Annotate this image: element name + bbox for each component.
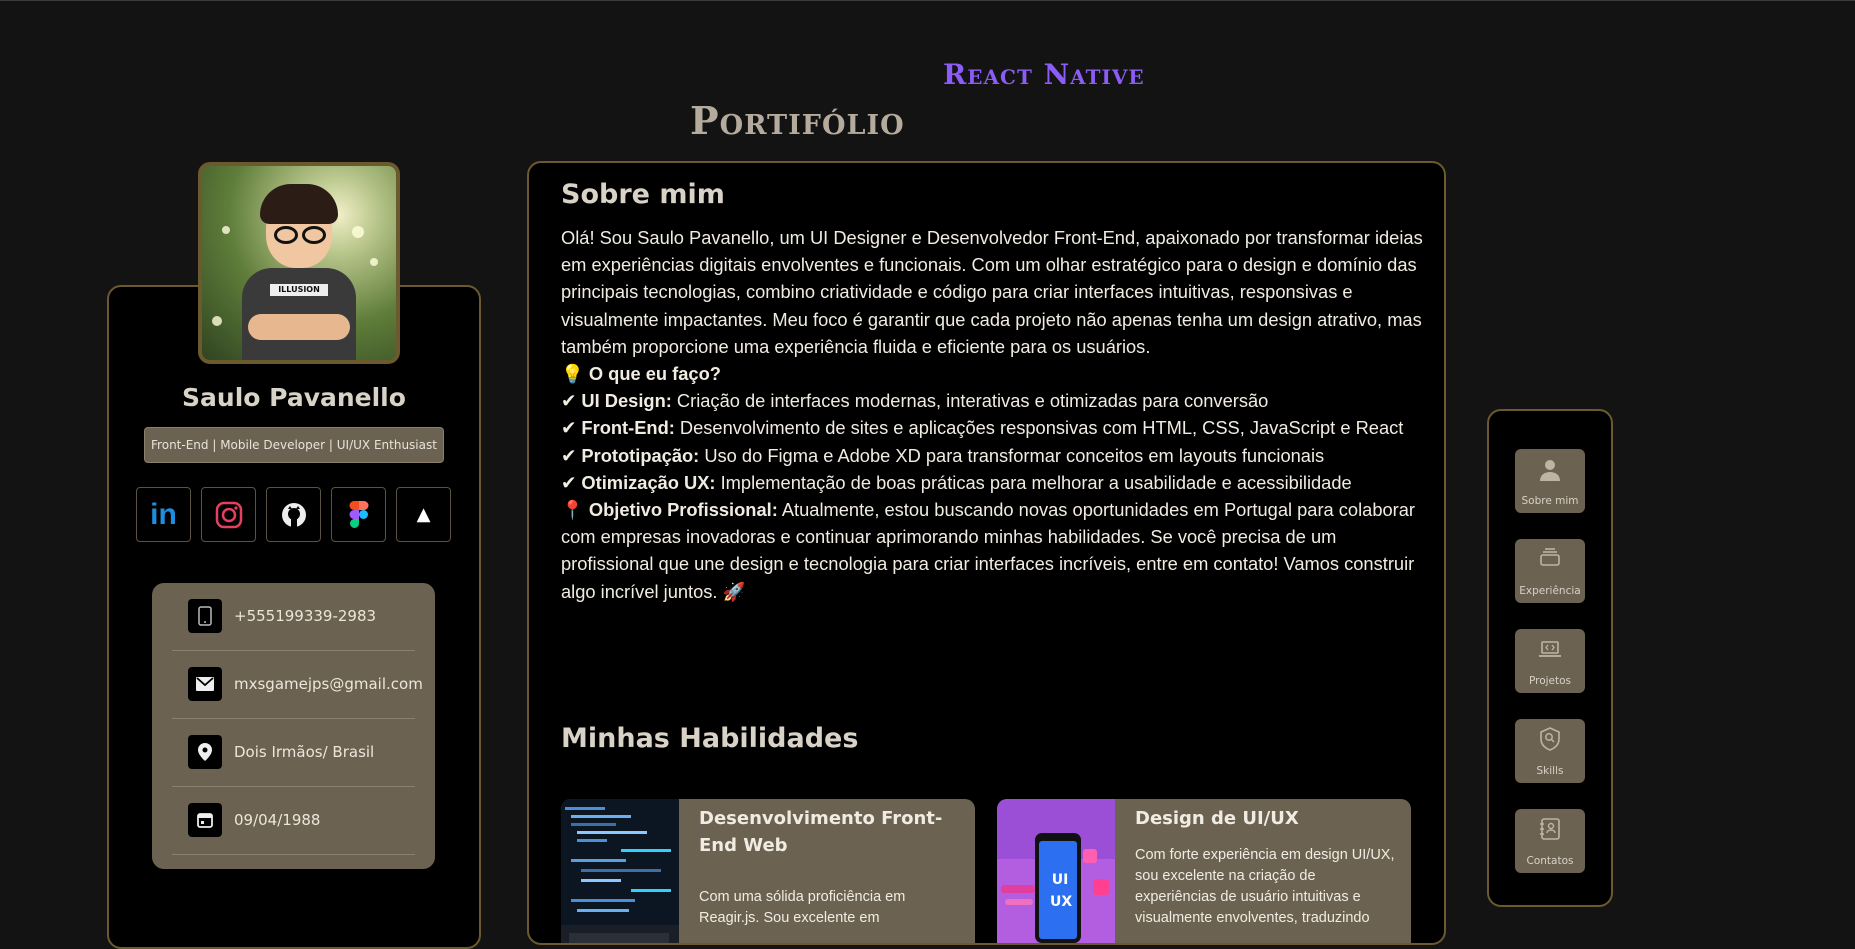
main-content: Sobre mim Olá! Sou Saulo Pavanello, um U… <box>527 161 1446 945</box>
skill-card-desc: Com forte experiência em design UI/UX, s… <box>1135 847 1395 926</box>
birthdate-text: 09/04/1988 <box>234 811 321 829</box>
avatar: ILLUSION <box>198 162 400 364</box>
code-screen-image <box>561 799 679 943</box>
check-icon: ✔ <box>561 444 577 466</box>
laptop-code-icon <box>1539 641 1561 657</box>
arrow-up-icon: ▲ <box>416 504 431 525</box>
email-text: mxsgamejps@gmail.com <box>234 675 423 693</box>
figma-button[interactable] <box>331 487 386 542</box>
top-divider <box>0 0 1855 1</box>
about-text: Olá! Sou Saulo Pavanello, um UI Designer… <box>561 224 1431 605</box>
nav-label: Contatos <box>1526 855 1574 867</box>
contact-phone: +555199339-2983 <box>172 583 415 651</box>
side-nav: Sobre mim Experiência Projetos Skills Co… <box>1487 409 1613 907</box>
avatar-shirt-text: ILLUSION <box>270 284 328 296</box>
page-title: Portifólio <box>690 98 905 143</box>
nav-item-projetos[interactable]: Projetos <box>1515 629 1585 693</box>
skill-card-frontend[interactable]: Desenvolvimento Front-End Web Com uma só… <box>561 799 975 943</box>
uiux-image-text: UI UX <box>1050 872 1073 910</box>
contact-location: Dois Irmãos/ Brasil <box>172 719 415 787</box>
badge-search-icon <box>1540 727 1560 751</box>
contact-card-icon <box>1540 818 1560 840</box>
check-icon: ✔ <box>561 417 577 439</box>
phone-icon <box>188 599 222 633</box>
profile-name: Saulo Pavanello <box>182 383 406 412</box>
linkedin-icon: in <box>150 497 177 531</box>
skill-card-title: Design de UI/UX <box>1135 808 1299 829</box>
contact-birthdate: 09/04/1988 <box>172 787 415 855</box>
skill-card-title: Desenvolvimento Front-End Web <box>699 808 943 856</box>
github-icon <box>281 502 306 527</box>
nav-item-experiencia[interactable]: Experiência <box>1515 539 1585 603</box>
nav-item-contatos[interactable]: Contatos <box>1515 809 1585 873</box>
figma-icon <box>349 500 368 528</box>
role-badge: Front-End | Mobile Developer | UI/UX Ent… <box>144 427 444 463</box>
check-icon: ✔ <box>561 390 577 412</box>
lightbulb-icon: 💡 <box>561 363 584 385</box>
nav-label: Sobre mim <box>1521 495 1579 507</box>
skill-item: ✔ Otimização UX: Implementação de boas p… <box>561 471 1352 493</box>
nav-label: Projetos <box>1528 675 1572 687</box>
nav-item-skills[interactable]: Skills <box>1515 719 1585 783</box>
what-i-do-title: O que eu faço? <box>588 363 721 385</box>
skill-item: ✔ Prototipação: Uso do Figma e Adobe XD … <box>561 444 1325 466</box>
about-intro: Olá! Sou Saulo Pavanello, um UI Designer… <box>561 227 1423 357</box>
phone-text: +555199339-2983 <box>234 607 377 625</box>
location-text: Dois Irmãos/ Brasil <box>234 743 375 761</box>
skill-card-desc: Com uma sólida proficiência em Reagir.js… <box>699 889 906 926</box>
user-icon <box>1540 460 1560 481</box>
scroll-top-button[interactable]: ▲ <box>396 487 451 542</box>
mail-icon <box>188 667 222 701</box>
instagram-icon <box>215 501 242 528</box>
location-pin-icon <box>188 735 222 769</box>
goal-paragraph: 📍 Objetivo Profissional: Atualmente, est… <box>561 499 1416 602</box>
nav-label: Experiência <box>1519 585 1581 597</box>
layers-icon <box>1540 548 1560 566</box>
github-button[interactable] <box>266 487 321 542</box>
contact-info: +555199339-2983 mxsgamejps@gmail.com Doi… <box>152 583 435 869</box>
header-subtitle: React Native <box>943 58 1145 91</box>
nav-item-sobre-mim[interactable]: Sobre mim <box>1515 449 1585 513</box>
instagram-button[interactable] <box>201 487 256 542</box>
skill-card-uiux[interactable]: UI UX Design de UI/UX Com forte experiên… <box>997 799 1411 943</box>
about-title: Sobre mim <box>561 179 725 210</box>
calendar-icon <box>188 803 222 837</box>
nav-label: Skills <box>1536 765 1564 777</box>
skill-item: ✔ UI Design: Criação de interfaces moder… <box>561 390 1269 412</box>
linkedin-button[interactable]: in <box>136 487 191 542</box>
contact-email: mxsgamejps@gmail.com <box>172 651 423 719</box>
skills-title: Minhas Habilidades <box>561 723 859 754</box>
check-icon: ✔ <box>561 471 577 493</box>
skill-item: ✔ Front-End: Desenvolvimento de sites e … <box>561 417 1404 439</box>
pin-icon: 📍 <box>561 499 584 521</box>
